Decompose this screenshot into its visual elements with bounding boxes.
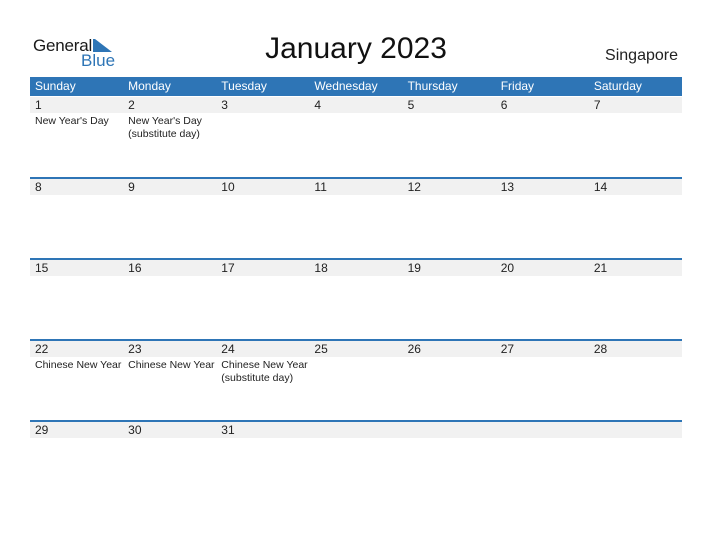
weekday-friday: Friday	[500, 79, 535, 93]
day-cell	[496, 422, 589, 438]
day-cell: 9	[123, 179, 216, 195]
calendar-grid: Sunday Monday Tuesday Wednesday Thursday…	[30, 77, 682, 450]
day-cell: 26	[403, 341, 496, 385]
day-number: 28	[593, 342, 608, 356]
week-row: 29 30 31	[30, 420, 682, 450]
day-number: 31	[221, 423, 235, 437]
day-cell: 5	[403, 96, 496, 141]
day-number: 12	[407, 180, 421, 194]
weekday-wednesday: Wednesday	[314, 79, 378, 93]
country-label: Singapore	[605, 47, 678, 64]
day-cell: 29	[30, 422, 123, 438]
day-cell: 23 Chinese New Year	[123, 341, 216, 385]
day-number: 2	[128, 98, 135, 112]
day-number: 3	[221, 98, 228, 112]
day-number: 11	[314, 180, 327, 194]
weekday-sunday: Sunday	[35, 79, 76, 93]
day-number: 19	[407, 261, 421, 275]
day-cell: 28	[589, 341, 682, 385]
weekday-tuesday: Tuesday	[221, 79, 267, 93]
day-cell: 15	[30, 260, 123, 276]
day-cell: 22 Chinese New Year	[30, 341, 123, 385]
day-cell: 21	[589, 260, 682, 276]
day-cell: 20	[496, 260, 589, 276]
day-cell: 1 New Year's Day	[30, 96, 123, 141]
weekday-header-row: Sunday Monday Tuesday Wednesday Thursday…	[30, 77, 682, 96]
holiday-label: Chinese New Year (substitute day)	[221, 359, 308, 384]
day-number: 25	[314, 342, 328, 356]
day-cell: 10	[216, 179, 309, 195]
day-cell: 11	[309, 179, 402, 195]
day-cell: 25	[309, 341, 402, 385]
day-cell: 2 New Year's Day (substitute day)	[123, 96, 216, 141]
day-cell: 17	[216, 260, 309, 276]
day-number: 18	[314, 261, 328, 275]
day-cell: 18	[309, 260, 402, 276]
day-cell: 31	[216, 422, 309, 438]
day-number: 8	[35, 180, 42, 194]
week-days: 1 New Year's Day 2 New Year's Day (substitu…	[30, 96, 682, 141]
day-number: 20	[500, 261, 515, 275]
day-cell: 4	[309, 96, 402, 141]
day-cell	[589, 422, 682, 438]
day-cell: 24 Chinese New Year (substitute day)	[216, 341, 309, 385]
day-cell: 3	[216, 96, 309, 141]
week-days: 22 Chinese New Year 23 Chinese New Year 24 Ch…	[30, 341, 682, 385]
day-cell: 7	[589, 96, 682, 141]
day-cell: 16	[123, 260, 216, 276]
day-cell	[403, 422, 496, 438]
day-number: 26	[407, 342, 421, 356]
weekday-monday: Monday	[128, 79, 171, 93]
day-cell: 30	[123, 422, 216, 438]
day-number: 13	[500, 180, 515, 194]
weeks-container: 1 New Year's Day 2 New Year's Day (substitu…	[30, 96, 682, 450]
weekday-saturday: Saturday	[593, 79, 642, 93]
day-cell: 19	[403, 260, 496, 276]
holiday-label: New Year's Day (substitute day)	[128, 115, 202, 140]
day-number: 6	[500, 98, 508, 112]
day-cell	[309, 422, 402, 438]
week-row: 1 New Year's Day 2 New Year's Day (substitu…	[30, 96, 682, 177]
day-cell: 14	[589, 179, 682, 195]
week-row: 22 Chinese New Year 23 Chinese New Year 24 Ch…	[30, 339, 682, 420]
week-days: 8 9 10 11 12 13 14	[30, 179, 682, 195]
day-number: 17	[221, 261, 235, 275]
day-number: 15	[35, 261, 49, 275]
day-number: 27	[500, 342, 515, 356]
day-number: 10	[221, 180, 235, 194]
week-days: 29 30 31	[30, 422, 682, 438]
holiday-label: Chinese New Year	[35, 359, 122, 371]
week-days: 15 16 17 18 19 20 21	[30, 260, 682, 276]
day-cell: 8	[30, 179, 123, 195]
day-cell: 27	[496, 341, 589, 385]
day-number: 21	[593, 261, 608, 275]
week-row: 8 9 10 11 12 13 14	[30, 177, 682, 258]
day-number: 14	[593, 180, 608, 194]
day-number: 29	[35, 423, 49, 437]
day-number: 9	[128, 180, 135, 194]
day-number: 22	[35, 342, 49, 356]
day-number: 4	[314, 98, 322, 112]
holiday-label: Chinese New Year	[128, 359, 215, 371]
day-number: 1	[35, 98, 42, 112]
day-cell: 13	[496, 179, 589, 195]
day-number: 30	[128, 423, 142, 437]
day-number: 7	[593, 98, 601, 112]
day-number: 5	[407, 98, 415, 112]
holiday-label: New Year's Day	[35, 115, 109, 127]
day-number: 16	[128, 261, 142, 275]
day-cell: 6	[496, 96, 589, 141]
day-number: 23	[128, 342, 142, 356]
week-row: 15 16 17 18 19 20 21	[30, 258, 682, 339]
day-cell: 12	[403, 179, 496, 195]
weekday-thursday: Thursday	[407, 79, 458, 93]
day-number: 24	[221, 342, 235, 356]
